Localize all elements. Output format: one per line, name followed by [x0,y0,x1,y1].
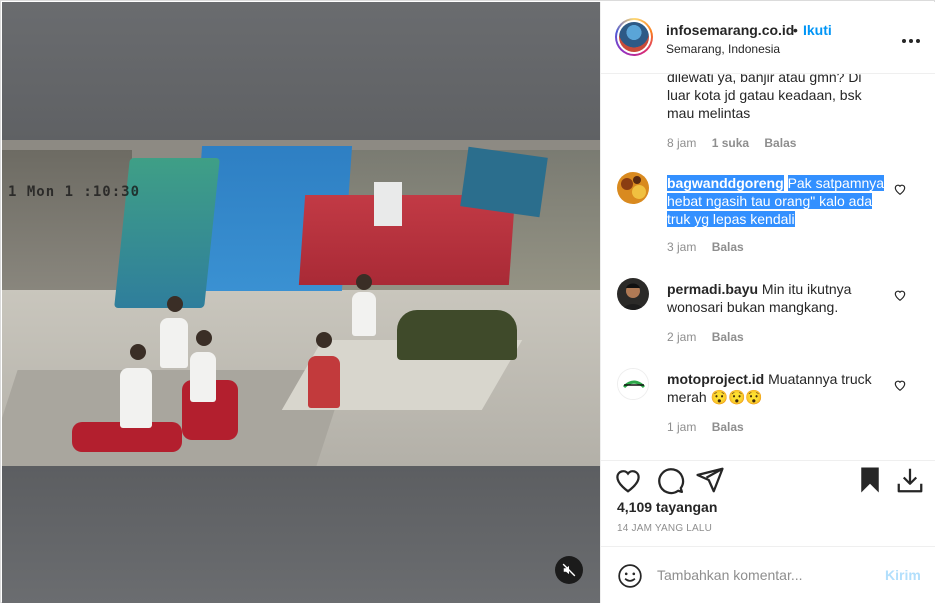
save-bookmark-icon[interactable] [855,465,885,495]
video-letterbox-bottom [2,466,600,603]
blue-truck-cab [114,158,220,308]
add-comment-bar: Kirim [601,546,935,603]
post-time[interactable]: 14 JAM YANG LALU [617,523,712,534]
post-comment-button[interactable]: Kirim [885,567,921,583]
share-paper-plane-icon[interactable] [695,465,725,495]
comment-meta: 8 jam 1 suka Balas [667,136,808,150]
commenter-username[interactable]: permadi.bayu [667,281,758,297]
commenter-avatar[interactable] [617,172,649,204]
download-icon[interactable] [895,465,925,495]
commenter-username[interactable]: motoproject.id [667,371,764,387]
comment-bubble-icon[interactable] [655,465,685,495]
like-comment-heart-icon[interactable] [893,378,907,392]
more-options-icon[interactable] [901,28,921,49]
mute-toggle-button[interactable] [555,556,583,584]
comment-time[interactable]: 8 jam [667,136,696,150]
reply-button[interactable]: Balas [764,136,796,150]
post-actions: 4,109 tayangan 14 JAM YANG LALU [601,460,935,546]
author-username[interactable]: infosemarang.co.id [666,22,794,38]
comment-time[interactable]: 1 jam [667,420,696,434]
separator-dot: • [793,22,798,38]
like-comment-heart-icon[interactable] [893,182,907,196]
reply-button[interactable]: Balas [712,330,744,344]
emoji-picker-icon[interactable] [617,563,643,589]
comment-time[interactable]: 3 jam [667,240,696,254]
video-letterbox-top [2,2,600,140]
author-avatar[interactable] [615,18,653,56]
commenter-avatar[interactable] [617,278,649,310]
like-heart-icon[interactable] [613,465,643,495]
commenter-avatar[interactable] [617,368,649,400]
reply-button[interactable]: Balas [712,420,744,434]
view-count[interactable]: 4,109 tayangan [617,499,717,515]
follow-button[interactable]: Ikuti [803,22,832,38]
post-dialog: 1 Mon 1 :10:30 infosemarang.co.id • Ikut… [0,0,935,603]
comment-time[interactable]: 2 jam [667,330,696,344]
like-comment-heart-icon[interactable] [893,288,907,302]
comments-list[interactable]: dilewati ya, banjir atau gmn? Di luar ko… [601,74,935,460]
post-media[interactable]: 1 Mon 1 :10:30 [2,2,600,603]
post-header: infosemarang.co.id • Ikuti Semarang, Ind… [601,2,935,74]
cctv-timestamp: 1 Mon 1 :10:30 [8,184,141,200]
post-side-panel: infosemarang.co.id • Ikuti Semarang, Ind… [600,2,935,603]
reply-button[interactable]: Balas [712,240,744,254]
comment-input[interactable] [657,563,877,587]
video-frame[interactable]: 1 Mon 1 :10:30 [2,140,600,466]
comment-likes[interactable]: 1 suka [712,136,749,150]
speaker-muted-icon [562,563,576,577]
location-link[interactable]: Semarang, Indonesia [666,42,780,56]
comment-text-partial: dilewati ya, banjir atau gmn? Di luar ko… [667,74,862,121]
commenter-username[interactable]: bagwanddgoreng [667,175,784,191]
